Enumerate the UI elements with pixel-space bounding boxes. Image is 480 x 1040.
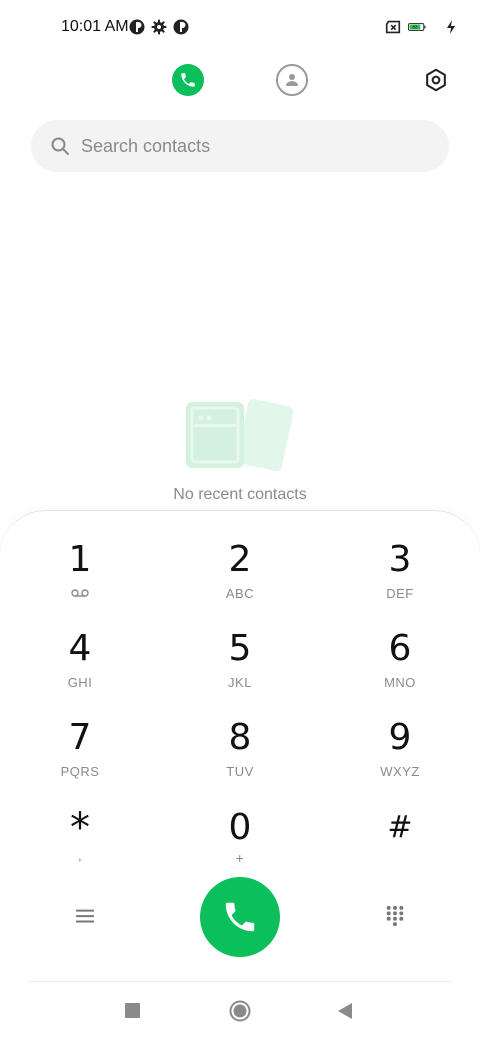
phone-tab[interactable] — [172, 64, 204, 96]
key-9[interactable]: 9 WXYZ — [340, 718, 460, 798]
key-0[interactable]: 0 + — [180, 808, 300, 888]
key-8[interactable]: 8 TUV — [180, 718, 300, 798]
key-pound[interactable]: # — [340, 808, 460, 888]
person-icon — [286, 74, 298, 86]
menu-icon — [75, 909, 95, 923]
phone-icon — [181, 73, 195, 87]
key-digit: 8 — [228, 717, 252, 758]
search-bar[interactable] — [31, 120, 449, 172]
key-digit: # — [387, 810, 413, 845]
status-bar: 10:01 AM 83 — [0, 0, 480, 56]
key-7[interactable]: 7 PQRS — [20, 718, 140, 798]
key-letters: GHI — [67, 675, 93, 690]
hexagon-settings-icon — [426, 68, 446, 92]
key-letters: JKL — [228, 675, 252, 690]
battery-level: 83 — [413, 25, 419, 30]
key-letters: , — [77, 848, 83, 863]
key-digit: 7 — [68, 717, 92, 758]
key-letters: ABC — [225, 586, 255, 601]
search-input[interactable] — [81, 120, 421, 172]
key-1[interactable]: 1 — [20, 540, 140, 620]
key-digit: 2 — [228, 539, 252, 580]
back-triangle-icon[interactable] — [337, 1002, 353, 1020]
key-digit: 9 — [388, 717, 412, 758]
key-letters: WXYZ — [380, 764, 420, 779]
menu-button[interactable] — [72, 903, 98, 929]
dialpad-toggle-button[interactable] — [382, 903, 408, 929]
settings-button[interactable] — [422, 66, 450, 94]
app-notification-icon — [128, 18, 146, 36]
battery-icon: 83 — [408, 18, 440, 36]
empty-recents-text: No recent contacts — [173, 486, 307, 503]
recents-square-icon[interactable] — [125, 1003, 140, 1018]
key-digit: 5 — [228, 628, 252, 669]
contacts-tab[interactable] — [276, 64, 308, 96]
key-digit: * — [70, 805, 90, 851]
key-letters: DEF — [386, 586, 414, 601]
key-star[interactable]: * , — [20, 808, 140, 888]
dialpad-icon — [386, 905, 404, 927]
dialer-screen: 10:01 AM 83 Search contacts No recent co… — [0, 0, 480, 1040]
search-icon — [51, 137, 69, 155]
status-time: 10:01 AM — [61, 18, 129, 35]
key-letters: PQRS — [60, 764, 100, 779]
key-5[interactable]: 5 JKL — [180, 629, 300, 709]
key-digit: 6 — [388, 628, 412, 669]
key-digit: 3 — [388, 539, 412, 580]
settings-gear-icon — [150, 18, 168, 36]
no-recents-illustration-icon — [186, 398, 294, 472]
key-6[interactable]: 6 MNO — [340, 629, 460, 709]
phone-icon — [225, 902, 255, 932]
key-digit: 1 — [68, 539, 92, 580]
key-letters: TUV — [226, 764, 254, 779]
key-digit: 4 — [68, 628, 92, 669]
divider — [28, 981, 452, 982]
no-sim-icon — [384, 18, 404, 36]
call-button[interactable] — [200, 877, 280, 957]
key-3[interactable]: 3 DEF — [340, 540, 460, 620]
key-2[interactable]: 2 ABC — [180, 540, 300, 620]
key-4[interactable]: 4 GHI — [20, 629, 140, 709]
key-digit: 0 — [228, 807, 252, 848]
key-letters: MNO — [384, 675, 416, 690]
home-circle-icon[interactable] — [229, 1000, 251, 1022]
voicemail-icon — [71, 589, 89, 597]
key-letters: + — [235, 850, 245, 866]
app-notification-icon — [172, 18, 190, 36]
charging-bolt-icon — [442, 18, 455, 36]
